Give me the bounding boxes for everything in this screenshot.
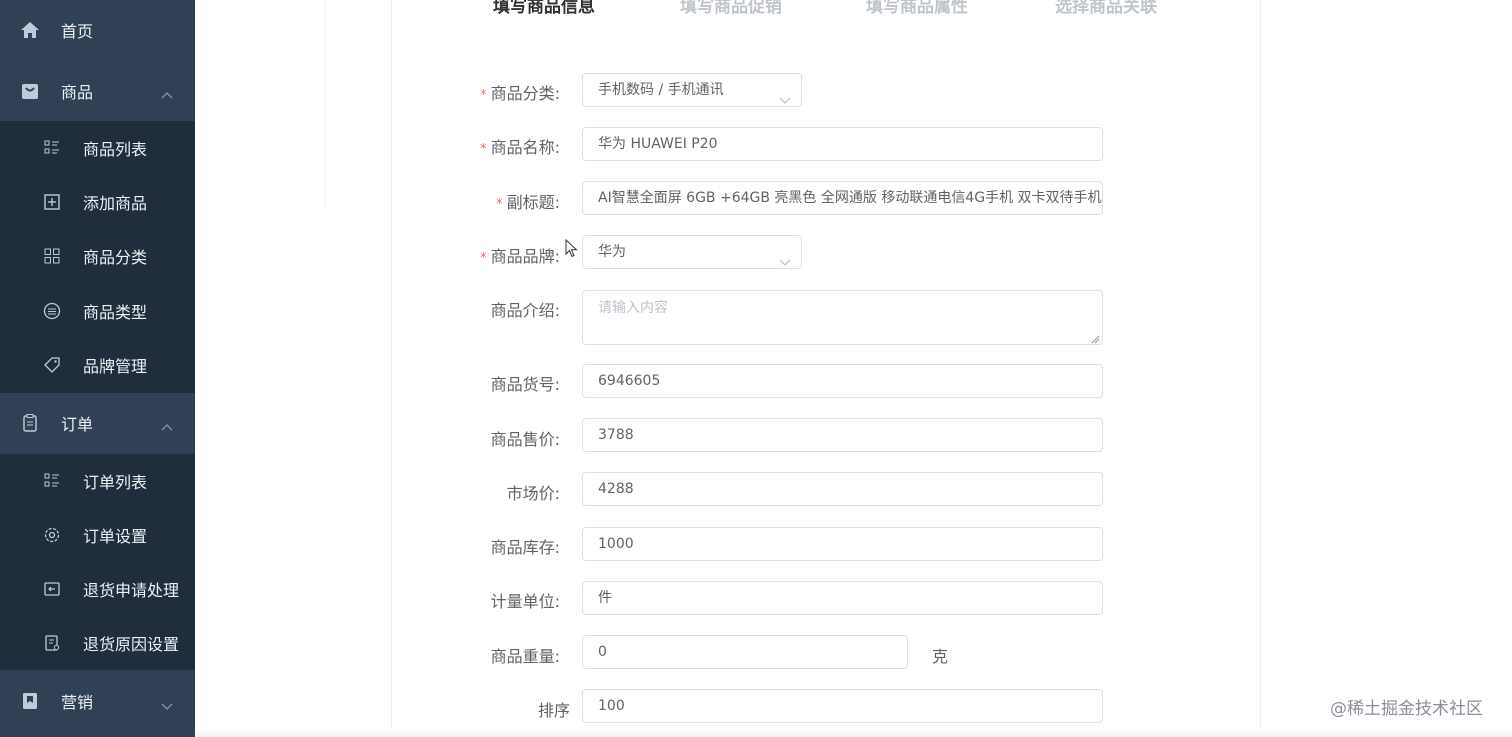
- subtitle-label: * 副标题:: [496, 193, 560, 212]
- intro-textarea[interactable]: 请输入内容: [582, 290, 1103, 345]
- category-label: * 商品分类:: [480, 84, 560, 103]
- submenu-label: 订单列表: [83, 473, 148, 492]
- home-icon: [20, 20, 40, 40]
- grid-icon: [43, 247, 61, 265]
- submenu-add-goods[interactable]: 添加商品: [0, 175, 195, 229]
- weight-input[interactable]: 0: [582, 635, 908, 669]
- clipboard-icon: [20, 413, 40, 433]
- menu-home-label: 首页: [61, 22, 94, 41]
- market-price-input[interactable]: 4288: [582, 472, 1103, 506]
- sort-label: 排序: [537, 701, 570, 720]
- mouse-cursor-icon: [565, 238, 578, 262]
- menu-marketing-label: 营销: [61, 693, 94, 712]
- submenu-order-settings[interactable]: 订单设置: [0, 508, 195, 562]
- submenu-order-list[interactable]: 订单列表: [0, 454, 195, 508]
- menu-order[interactable]: 订单: [0, 393, 195, 453]
- submenu-label: 退货申请处理: [83, 581, 180, 600]
- bottom-edge: [195, 728, 1512, 737]
- submenu-label: 退货原因设置: [83, 635, 180, 654]
- add-box-icon: [43, 193, 61, 211]
- gear-icon: [43, 526, 61, 544]
- resize-handle-icon[interactable]: [1090, 332, 1100, 344]
- intro-placeholder: 请输入内容: [598, 300, 668, 316]
- bookmark-icon: [20, 691, 40, 711]
- menu-marketing[interactable]: 营销: [0, 671, 195, 731]
- type-circle-icon: [43, 302, 61, 320]
- document-settings-icon: [43, 634, 61, 652]
- submenu-label: 添加商品: [83, 194, 148, 213]
- stock-label: 商品库存:: [490, 538, 560, 557]
- subtitle-input[interactable]: AI智慧全面屏 6GB +64GB 亮黑色 全网通版 移动联通电信4G手机 双卡…: [582, 181, 1103, 215]
- menu-goods-label: 商品: [61, 83, 94, 102]
- unit-input[interactable]: 件: [582, 581, 1103, 615]
- category-select[interactable]: 手机数码 / 手机通讯: [582, 73, 802, 107]
- order-submenu: 订单列表 订单设置 退货申请处理 退货原因设置: [0, 454, 195, 670]
- unit-label: 计量单位:: [490, 592, 560, 611]
- stock-input[interactable]: 1000: [582, 527, 1103, 561]
- divider: [325, 0, 326, 210]
- chevron-down-icon: [779, 247, 791, 266]
- return-icon: [43, 580, 61, 598]
- submenu-brand[interactable]: 品牌管理: [0, 338, 195, 392]
- submenu-label: 商品类型: [83, 303, 148, 322]
- weight-label: 商品重量:: [490, 647, 560, 666]
- chevron-up-icon: [161, 418, 173, 437]
- brand-select[interactable]: 华为: [582, 235, 802, 269]
- sn-input[interactable]: 6946605: [582, 364, 1103, 398]
- submenu-label: 订单设置: [83, 527, 148, 546]
- submenu-label: 商品列表: [83, 140, 148, 159]
- weight-unit: 克: [932, 647, 949, 666]
- step-4: 选择商品关联: [1055, 0, 1157, 17]
- menu-home[interactable]: 首页: [0, 0, 195, 60]
- menu-order-label: 订单: [61, 415, 94, 434]
- brand-label: * 商品品牌:: [480, 247, 560, 266]
- price-input[interactable]: 3788: [582, 418, 1103, 452]
- submenu-return-reason[interactable]: 退货原因设置: [0, 616, 195, 670]
- goods-submenu: 商品列表 添加商品 商品分类 商品类型 品牌管理: [0, 121, 195, 393]
- content-background: [195, 0, 391, 737]
- price-label: 商品售价:: [490, 430, 560, 449]
- watermark: @稀土掘金技术社区: [1330, 699, 1483, 719]
- submenu-label: 品牌管理: [83, 357, 148, 376]
- sn-label: 商品货号:: [490, 375, 560, 394]
- submenu-return-apply[interactable]: 退货申请处理: [0, 562, 195, 616]
- chevron-down-icon: [161, 696, 173, 715]
- bag-icon: [20, 81, 40, 101]
- list-icon: [43, 472, 61, 490]
- chevron-down-icon: [779, 85, 791, 104]
- chevron-up-icon: [161, 86, 173, 105]
- tag-icon: [43, 356, 61, 374]
- step-2: 填写商品促销: [680, 0, 782, 17]
- step-1: 填写商品信息: [493, 0, 595, 17]
- intro-label: 商品介绍:: [490, 301, 560, 320]
- market-price-label: 市场价:: [506, 484, 560, 503]
- name-input[interactable]: 华为 HUAWEI P20: [582, 127, 1103, 161]
- sort-input[interactable]: 100: [582, 689, 1103, 723]
- menu-goods[interactable]: 商品: [0, 61, 195, 121]
- list-icon: [43, 139, 61, 157]
- submenu-goods-type[interactable]: 商品类型: [0, 284, 195, 338]
- submenu-goods-category[interactable]: 商品分类: [0, 229, 195, 283]
- name-label: * 商品名称:: [480, 138, 560, 157]
- submenu-goods-list[interactable]: 商品列表: [0, 121, 195, 175]
- sidebar: 首页 商品 商品列表 添加商品 商品分类 商品类型 品牌管理 订单 订单列表 订…: [0, 0, 195, 737]
- submenu-label: 商品分类: [83, 248, 148, 267]
- step-3: 填写商品属性: [866, 0, 968, 17]
